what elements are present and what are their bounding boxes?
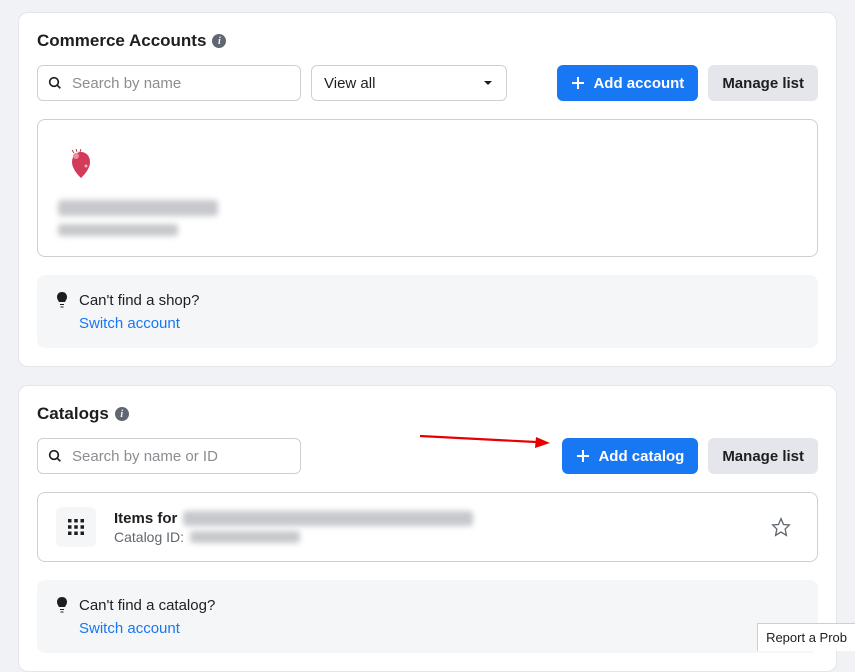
commerce-help-box: Can't find a shop? Switch account xyxy=(37,275,818,348)
commerce-switch-account-link[interactable]: Switch account xyxy=(79,315,180,332)
report-problem-tab[interactable]: Report a Prob xyxy=(757,623,855,651)
catalog-name-redacted xyxy=(183,511,473,526)
catalogs-title: Catalogs xyxy=(37,404,109,424)
lightbulb-icon xyxy=(55,596,69,614)
commerce-help-title: Can't find a shop? xyxy=(79,292,199,309)
commerce-account-item[interactable] xyxy=(37,119,818,257)
manage-accounts-label: Manage list xyxy=(722,75,804,92)
manage-accounts-button[interactable]: Manage list xyxy=(708,65,818,101)
account-id-redacted xyxy=(58,224,178,236)
account-avatar xyxy=(58,142,104,188)
catalogs-switch-account-link[interactable]: Switch account xyxy=(79,620,180,637)
commerce-accounts-card: Commerce Accounts i View all Add account… xyxy=(18,12,837,367)
commerce-search-wrap xyxy=(37,65,301,101)
manage-catalogs-button[interactable]: Manage list xyxy=(708,438,818,474)
caret-down-icon xyxy=(482,77,494,89)
catalogs-search-input[interactable] xyxy=(37,438,301,474)
search-icon xyxy=(47,448,63,464)
info-icon[interactable]: i xyxy=(212,34,226,48)
lightbulb-icon xyxy=(55,291,69,309)
commerce-search-input[interactable] xyxy=(37,65,301,101)
catalogs-card: Catalogs i Add catalog Manage list Items… xyxy=(18,385,837,672)
search-icon xyxy=(47,75,63,91)
commerce-filter-value: View all xyxy=(324,75,375,92)
info-icon[interactable]: i xyxy=(115,407,129,421)
manage-catalogs-label: Manage list xyxy=(722,448,804,465)
commerce-title: Commerce Accounts xyxy=(37,31,206,51)
catalog-item[interactable]: Items for Catalog ID: xyxy=(37,492,818,562)
add-account-label: Add account xyxy=(593,75,684,92)
catalogs-controls: Add catalog Manage list xyxy=(37,438,818,474)
add-catalog-label: Add catalog xyxy=(598,448,684,465)
star-icon xyxy=(771,517,791,537)
catalog-item-prefix: Items for xyxy=(114,510,177,527)
account-name-redacted xyxy=(58,200,218,216)
catalog-id-label: Catalog ID: xyxy=(114,529,184,545)
catalog-id-redacted xyxy=(190,531,300,543)
catalogs-title-row: Catalogs i xyxy=(37,404,818,424)
add-catalog-button[interactable]: Add catalog xyxy=(562,438,698,474)
commerce-controls: View all Add account Manage list xyxy=(37,65,818,101)
commerce-title-row: Commerce Accounts i xyxy=(37,31,818,51)
catalog-item-text: Items for Catalog ID: xyxy=(114,510,745,545)
catalogs-search-wrap xyxy=(37,438,301,474)
grid-icon xyxy=(56,507,96,547)
favorite-button[interactable] xyxy=(763,509,799,545)
plus-icon xyxy=(571,76,585,90)
catalogs-help-title: Can't find a catalog? xyxy=(79,597,215,614)
plus-icon xyxy=(576,449,590,463)
add-account-button[interactable]: Add account xyxy=(557,65,698,101)
catalogs-help-box: Can't find a catalog? Switch account xyxy=(37,580,818,653)
commerce-filter-select[interactable]: View all xyxy=(311,65,507,101)
